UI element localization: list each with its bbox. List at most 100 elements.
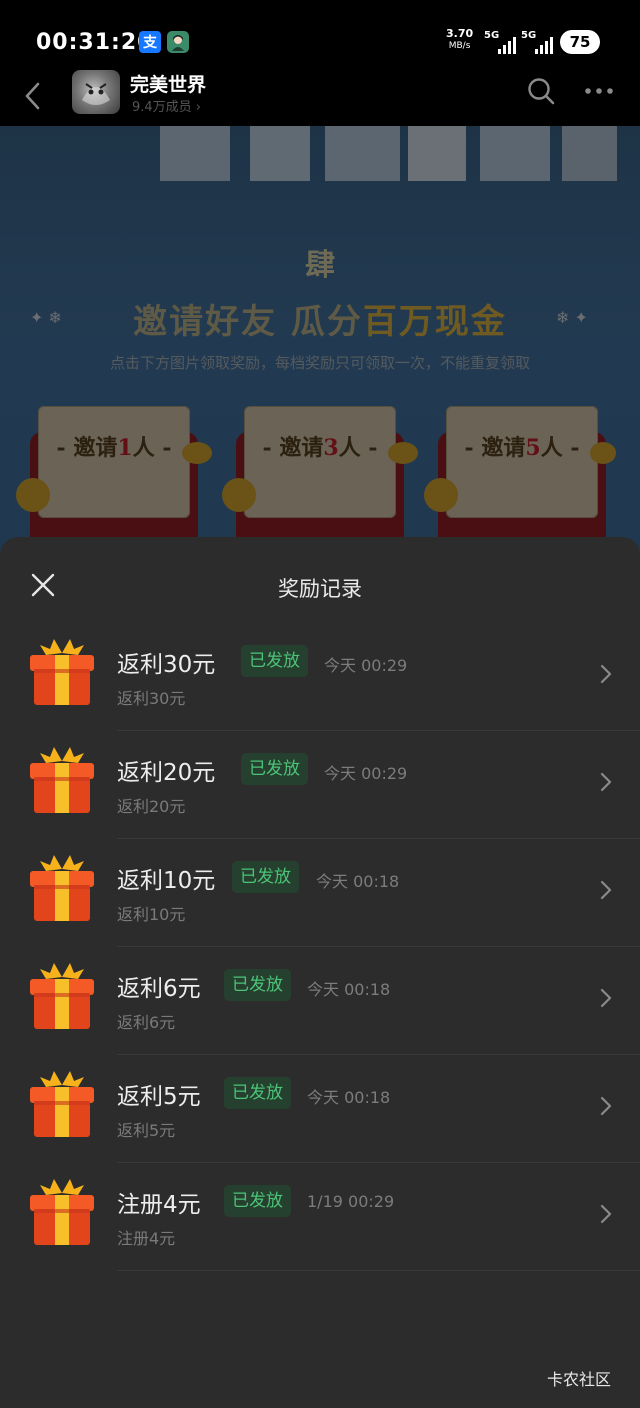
card-label-prefix: - 邀请 bbox=[464, 435, 526, 461]
status-badge: 已发放 bbox=[224, 1185, 291, 1217]
back-button[interactable] bbox=[20, 76, 48, 116]
status-badge: 已发放 bbox=[232, 861, 299, 893]
chevron-right-icon bbox=[599, 987, 613, 1009]
card-paper: - 邀请5人 - bbox=[446, 406, 598, 518]
status-badge: 已发放 bbox=[241, 753, 308, 785]
card-paper: - 邀请3人 - bbox=[244, 406, 396, 518]
record-title: 返利6元 bbox=[117, 976, 201, 1002]
invite-card-3[interactable]: - 邀请3人 - bbox=[222, 406, 418, 556]
watermark: 卡农社区 bbox=[547, 1370, 612, 1389]
coin-icon bbox=[424, 478, 458, 512]
more-dots-icon bbox=[585, 88, 613, 94]
status-badge: 已发放 bbox=[241, 645, 308, 677]
status-badge: 已发放 bbox=[224, 1077, 291, 1109]
record-time: 今天 00:18 bbox=[307, 980, 391, 999]
status-bar: 00:31:20 支 3.70 MB/s 5G 5G 75 bbox=[0, 0, 640, 70]
record-time: 1/19 00:29 bbox=[307, 1192, 395, 1211]
invite-banner: 肆 ✦ ❄ ❄ ✦ 邀请好友 瓜分百万现金 点击下方图片领取奖励，每档奖励只可领… bbox=[0, 126, 640, 556]
status-badge: 已发放 bbox=[224, 969, 291, 1001]
reward-record-row[interactable]: 返利5元 已发放 今天 00:18 返利5元 bbox=[0, 1055, 640, 1163]
battery-indicator: 75 bbox=[560, 30, 600, 54]
record-subtitle: 返利10元 bbox=[117, 905, 186, 924]
group-members-link[interactable]: 9.4万成员 › bbox=[132, 96, 201, 115]
card-paper: - 邀请1人 - bbox=[38, 406, 190, 518]
chevron-right-icon bbox=[599, 663, 613, 685]
sim1-label: 5G bbox=[484, 30, 500, 41]
gift-box-icon bbox=[28, 1071, 96, 1139]
divider bbox=[117, 1270, 640, 1271]
reward-records-sheet: 奖励记录 返利30元 已发放 今天 00:29 返利30元 返利20元 已发放 今天 00:… bbox=[0, 537, 640, 1408]
reward-record-row[interactable]: 注册4元 已发放 1/19 00:29 注册4元 bbox=[0, 1163, 640, 1271]
record-time: 今天 00:18 bbox=[316, 872, 400, 891]
card-label-prefix: - 邀请 bbox=[56, 435, 118, 461]
sim2-label: 5G bbox=[521, 30, 537, 41]
banner-title-highlight: 百万现金 bbox=[362, 302, 507, 342]
card-label-prefix: - 邀请 bbox=[262, 435, 324, 461]
coin-icon bbox=[590, 442, 616, 464]
reward-record-row[interactable]: 返利6元 已发放 今天 00:18 返利6元 bbox=[0, 947, 640, 1055]
reward-record-row[interactable]: 返利30元 已发放 今天 00:29 返利30元 bbox=[0, 623, 640, 731]
record-subtitle: 返利5元 bbox=[117, 1121, 176, 1140]
app-header: 完美世界 9.4万成员 › bbox=[0, 70, 640, 126]
record-title: 返利10元 bbox=[117, 868, 216, 894]
gift-box-icon bbox=[28, 747, 96, 815]
record-title: 返利30元 bbox=[117, 652, 216, 678]
reward-record-row[interactable]: 返利10元 已发放 今天 00:18 返利10元 bbox=[0, 839, 640, 947]
tiger-logo-icon bbox=[82, 83, 110, 105]
chevron-right-icon bbox=[599, 879, 613, 901]
coin-icon bbox=[182, 442, 212, 464]
record-subtitle: 返利6元 bbox=[117, 1013, 176, 1032]
sim1-signal-icon: 5G bbox=[484, 30, 518, 54]
record-time: 今天 00:29 bbox=[324, 764, 408, 783]
banner-title-main: 邀请好友 瓜分 bbox=[133, 302, 363, 342]
invite-card-5[interactable]: - 邀请5人 - bbox=[424, 406, 616, 556]
network-speed-value: 3.70 bbox=[446, 27, 474, 40]
group-title[interactable]: 完美世界 bbox=[130, 70, 206, 97]
record-title: 返利5元 bbox=[117, 1084, 201, 1110]
record-subtitle: 返利30元 bbox=[117, 689, 186, 708]
gift-box-icon bbox=[28, 639, 96, 707]
coin-icon bbox=[16, 478, 50, 512]
card-label-suffix: 人 - bbox=[338, 435, 378, 461]
reward-record-row[interactable]: 返利20元 已发放 今天 00:29 返利20元 bbox=[0, 731, 640, 839]
card-label-suffix: 人 - bbox=[132, 435, 172, 461]
prayer-flags bbox=[150, 126, 620, 186]
sheet-title: 奖励记录 bbox=[278, 577, 362, 601]
record-time: 今天 00:18 bbox=[307, 1088, 391, 1107]
more-button[interactable] bbox=[582, 76, 616, 106]
invite-card-label: - 邀请3人 - bbox=[244, 430, 396, 462]
banner-subtitle: 点击下方图片领取奖励，每档奖励只可领取一次，不能重复领取 bbox=[109, 354, 530, 372]
network-speed-unit: MB/s bbox=[448, 41, 471, 51]
gift-box-icon bbox=[28, 855, 96, 923]
invite-card-label: - 邀请5人 - bbox=[446, 430, 598, 462]
record-title: 返利20元 bbox=[117, 760, 216, 786]
search-icon bbox=[528, 78, 555, 105]
coin-icon bbox=[222, 478, 256, 512]
record-title: 注册4元 bbox=[117, 1192, 201, 1218]
banner-logo: 肆 bbox=[305, 248, 335, 283]
card-label-num: 1 bbox=[117, 435, 133, 461]
sim2-signal-icon: 5G bbox=[521, 30, 555, 54]
gift-box-icon bbox=[28, 963, 96, 1031]
invite-card-1[interactable]: - 邀请1人 - bbox=[16, 406, 212, 556]
status-time: 00:31:20 bbox=[36, 30, 154, 55]
back-arrow-icon bbox=[25, 82, 40, 110]
alipay-icon: 支 bbox=[139, 31, 161, 53]
invite-card-label: - 邀请1人 - bbox=[38, 430, 190, 462]
chevron-right-icon bbox=[599, 771, 613, 793]
record-subtitle: 注册4元 bbox=[117, 1229, 176, 1248]
network-speed: 3.70 MB/s bbox=[446, 27, 473, 53]
coin-icon bbox=[388, 442, 418, 464]
group-avatar[interactable] bbox=[72, 70, 120, 114]
search-button[interactable] bbox=[526, 76, 556, 106]
record-subtitle: 返利20元 bbox=[117, 797, 186, 816]
card-label-num: 3 bbox=[323, 435, 339, 461]
record-time: 今天 00:29 bbox=[324, 656, 408, 675]
card-label-suffix: 人 - bbox=[540, 435, 580, 461]
gift-box-icon bbox=[28, 1179, 96, 1247]
chevron-right-icon bbox=[599, 1095, 613, 1117]
avatar-icon bbox=[167, 31, 189, 53]
banner-title: 邀请好友 瓜分百万现金 bbox=[0, 294, 640, 343]
chevron-right-icon bbox=[599, 1203, 613, 1225]
card-label-num: 5 bbox=[525, 435, 541, 461]
